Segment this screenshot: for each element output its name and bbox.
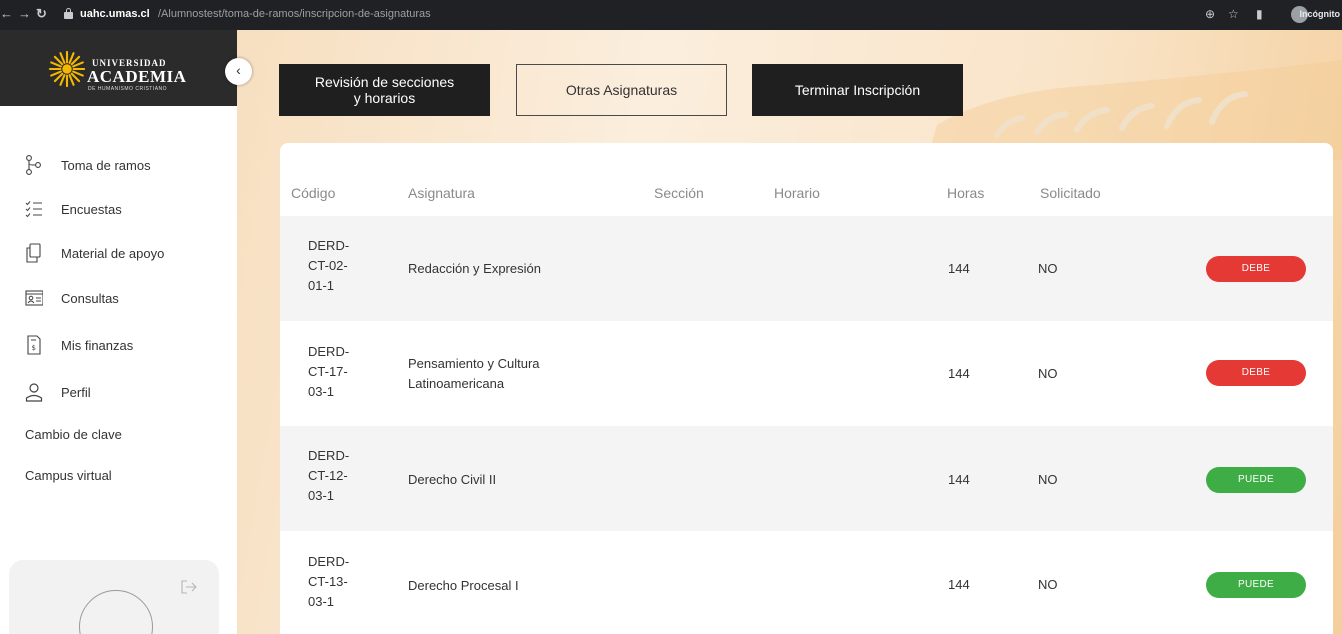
code-line: CT-17- [308,364,348,379]
user-icon [25,383,43,402]
copy-icon [26,243,41,263]
code-line: DERD- [308,344,350,359]
header-schedule: Horario [774,185,820,201]
subject-line: Redacción y Expresión [408,261,541,276]
header-hours: Horas [947,185,985,201]
collapse-sidebar-button[interactable]: ‹ [225,58,252,85]
sidebar-item-label: Perfil [61,385,91,400]
code-line: DERD- [308,238,350,253]
sidebar-link-cambio-de-clave[interactable]: Cambio de clave [25,427,122,442]
code-line: 03-1 [308,384,335,399]
status-badge[interactable]: DEBE [1206,256,1306,282]
reload-icon[interactable]: ↻ [36,6,47,22]
code-line: DERD- [308,448,350,463]
brand-line2: ACADEMIA [87,67,187,86]
subject-cell: Derecho Procesal I [408,576,519,596]
status-badge[interactable]: PUEDE [1206,572,1306,598]
header-section: Sección [654,185,704,201]
sidebar-item-label: Mis finanzas [61,338,134,353]
hours-cell: 144 [948,366,970,381]
id-card-icon [25,290,43,306]
hours-cell: 144 [948,472,970,487]
address-bar[interactable]: uahc.umas.cl /Alumnostest/toma-de-ramos/… [56,5,1186,25]
finish-enrollment-button[interactable]: Terminar Inscripción [752,64,963,116]
sidebar-item-label: Material de apoyo [61,246,165,261]
browser-toolbar: ← → ↻ uahc.umas.cl /Alumnostest/toma-de-… [0,0,1342,30]
table-row: DERD- CT-13- 03-1 Derecho Procesal I 144… [280,531,1333,634]
header-subject: Asignatura [408,185,475,201]
avatar [79,590,153,634]
subject-cell: Pensamiento y Cultura Latinoamericana [408,354,540,394]
code-cell: DERD- CT-13- 03-1 [308,552,368,612]
subject-line: Derecho Civil II [408,472,497,487]
url-host: uahc.umas.cl [80,8,150,20]
profile-card [9,560,219,634]
back-arrow-icon[interactable]: ← [0,6,13,21]
code-line: 03-1 [308,594,335,609]
code-cell: DERD- CT-17- 03-1 [308,342,368,402]
sidepanel-icon[interactable]: ▮ [1256,7,1263,21]
code-line: CT-02- [308,258,348,273]
invoice-icon: $ [27,335,41,355]
star-icon[interactable]: ☆ [1228,7,1239,21]
route-icon [26,155,41,175]
url-path: /Alumnostest/toma-de-ramos/inscripcion-d… [158,8,431,20]
sidebar-item-label: Consultas [61,291,119,306]
brand-line3: DE HUMANISMO CRISTIANO [88,86,168,92]
zoom-icon[interactable]: ⊕ [1205,7,1215,21]
review-label-line2: y horarios [353,90,416,106]
header-requested: Solicitado [1040,185,1101,201]
svg-text:$: $ [32,344,36,352]
header-code: Código [291,185,336,201]
review-label-line1: Revisión de secciones [314,74,455,90]
lock-icon [64,8,73,19]
code-line: 01-1 [308,278,335,293]
other-subjects-button[interactable]: Otras Asignaturas [516,64,727,116]
requested-cell: NO [1038,366,1058,381]
code-cell: DERD- CT-12- 03-1 [308,446,368,506]
checklist-icon [25,201,42,218]
sidebar-item-label: Toma de ramos [61,158,151,173]
subject-cell: Derecho Civil II [408,470,496,490]
subject-line: Derecho Procesal I [408,578,519,593]
requested-cell: NO [1038,577,1058,592]
code-line: DERD- [308,554,350,569]
code-cell: DERD- CT-02- 01-1 [308,236,368,296]
hours-cell: 144 [948,577,970,592]
code-line: CT-13- [308,574,348,589]
hours-cell: 144 [948,261,970,276]
subject-cell: Redacción y Expresión [408,259,541,279]
subjects-table: Código Asignatura Sección Horario Horas … [280,143,1333,634]
status-badge[interactable]: PUEDE [1206,467,1306,493]
code-line: CT-12- [308,468,348,483]
logout-icon[interactable] [181,580,197,594]
sidebar-link-campus-virtual[interactable]: Campus virtual [25,468,112,483]
forward-arrow-icon[interactable]: → [18,6,31,21]
table-row: DERD- CT-17- 03-1 Pensamiento y Cultura … [280,321,1333,426]
sidebar-item-label: Encuestas [61,202,122,217]
requested-cell: NO [1038,261,1058,276]
review-sections-button[interactable]: Revisión de secciones y horarios [279,64,490,116]
subject-line: Latinoamericana [408,376,505,391]
sun-logo-icon [48,50,86,88]
requested-cell: NO [1038,472,1058,487]
status-badge[interactable]: DEBE [1206,360,1306,386]
table-row: DERD- CT-02- 01-1 Redacción y Expresión … [280,216,1333,321]
incognito-label: Incógnito [1299,9,1341,19]
sidebar: UNIVERSIDAD ACADEMIA DE HUMANISMO CRISTI… [0,30,252,634]
table-row: DERD- CT-12- 03-1 Derecho Civil II 144 N… [280,426,1333,531]
subject-line: Pensamiento y Cultura [408,356,540,371]
code-line: 03-1 [308,488,335,503]
main-content: Revisión de secciones y horarios Otras As… [237,30,1342,634]
chevron-left-icon: ‹ [236,62,241,78]
logo-panel: UNIVERSIDAD ACADEMIA DE HUMANISMO CRISTI… [0,30,237,106]
